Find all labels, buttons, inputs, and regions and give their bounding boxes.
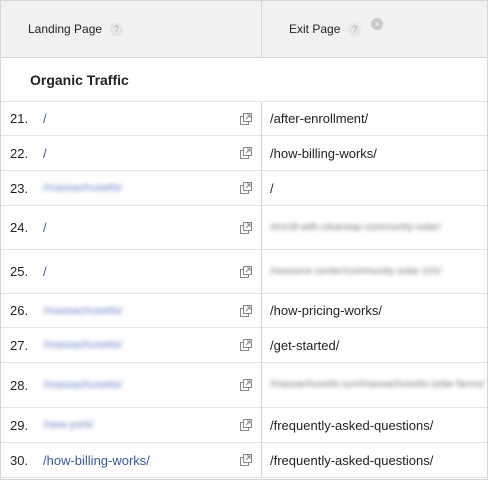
table-header: Landing Page ? Exit Page ? × <box>1 1 487 58</box>
report-table: Landing Page ? Exit Page ? × Organic Tra… <box>0 0 488 480</box>
open-in-new-window-icon[interactable] <box>240 339 252 351</box>
open-in-new-window-icon[interactable] <box>240 379 252 391</box>
exit-page-header-label: Exit Page <box>289 22 341 36</box>
landing-page-header-label: Landing Page <box>28 22 103 36</box>
exit-page-cell: /frequently-asked-questions/ <box>262 443 487 477</box>
landing-page-cell: 26. /massachusetts/ <box>1 294 262 327</box>
exit-page-cell: /frequently-asked-questions/ <box>262 408 487 442</box>
exit-page-header[interactable]: Exit Page ? × <box>262 1 487 57</box>
open-in-new-window-icon[interactable] <box>240 304 252 317</box>
open-in-new-window-icon[interactable] <box>240 419 252 431</box>
landing-page-link[interactable]: /new-york/ <box>43 419 94 431</box>
exit-page-value: /enroll-with-clearway-community-solar/ <box>270 221 441 233</box>
landing-page-link[interactable]: /massachusetts/ <box>43 305 122 317</box>
exit-page-value: /after-enrollment/ <box>270 111 369 126</box>
row-number: 26. <box>10 303 29 318</box>
open-in-new-window-icon[interactable] <box>240 182 252 194</box>
open-in-new-window-icon[interactable] <box>240 147 252 159</box>
table-row: 22. / /how-billing-works/ <box>1 136 487 171</box>
exit-page-value: /resource-center/community-solar-101/ <box>270 265 442 277</box>
landing-page-cell: 22. / <box>1 136 262 170</box>
row-number: 21. <box>10 111 29 126</box>
landing-page-cell: 24. / <box>1 206 262 249</box>
landing-page-cell: 29. /new-york/ <box>1 408 262 442</box>
table-row: 28. /massachusetts/ /massachusetts-sun/mas… <box>1 363 487 408</box>
table-row: 29. /new-york/ /frequently-asked-questions… <box>1 408 487 443</box>
exit-page-value: /how-pricing-works/ <box>270 303 382 318</box>
exit-page-value: /how-billing-works/ <box>270 145 377 161</box>
table-body: 21. / /after-enrollment/22. / /how-billing-w… <box>1 102 487 478</box>
exit-page-cell: /how-pricing-works/ <box>262 294 487 327</box>
exit-page-value: /frequently-asked-questions/ <box>270 452 434 468</box>
landing-page-link[interactable]: / <box>43 111 47 126</box>
open-in-new-window-icon[interactable] <box>240 265 252 278</box>
exit-page-cell: /resource-center/community-solar-101/ <box>262 250 487 293</box>
table-row: 21. / /after-enrollment/ <box>1 102 487 136</box>
landing-page-cell: 25. / <box>1 250 262 293</box>
remove-dimension-icon[interactable]: × <box>371 18 384 30</box>
landing-page-cell: 27. /massachusetts/ <box>1 328 262 362</box>
exit-page-cell: /after-enrollment/ <box>262 102 487 135</box>
exit-page-value: /get-started/ <box>270 337 340 353</box>
row-number: 27. <box>10 337 29 353</box>
row-number: 29. <box>10 417 29 433</box>
landing-page-link[interactable]: /massachusetts/ <box>43 339 122 351</box>
landing-page-link[interactable]: / <box>43 264 47 279</box>
landing-page-link[interactable]: / <box>43 146 47 161</box>
table-row: 30. /how-billing-works/ /frequently-asked-… <box>1 443 487 478</box>
open-in-new-window-icon[interactable] <box>240 112 252 125</box>
help-icon[interactable]: ? <box>110 22 124 36</box>
table-row: 24. / /enroll-with-clearway-community-sola… <box>1 206 487 250</box>
row-number: 25. <box>10 264 29 279</box>
landing-page-cell: 30. /how-billing-works/ <box>1 443 262 477</box>
table-row: 25. / /resource-center/community-solar-101… <box>1 250 487 294</box>
landing-page-cell: 28. /massachusetts/ <box>1 363 262 407</box>
exit-page-value: /frequently-asked-questions/ <box>270 417 434 433</box>
exit-page-value: / <box>270 180 274 196</box>
open-in-new-window-icon[interactable] <box>240 454 252 466</box>
exit-page-cell: /enroll-with-clearway-community-solar/ <box>262 206 487 249</box>
help-icon[interactable]: ? <box>348 22 362 36</box>
segment-title: Organic Traffic <box>1 58 487 102</box>
row-number: 22. <box>10 145 29 161</box>
open-in-new-window-icon[interactable] <box>240 221 252 234</box>
row-number: 23. <box>10 180 29 196</box>
exit-page-cell: /massachusetts-sun/massachusetts-solar-f… <box>262 363 487 407</box>
table-row: 26. /massachusetts/ /how-pricing-works/ <box>1 294 487 328</box>
row-number: 24. <box>10 220 29 235</box>
landing-page-link[interactable]: /how-billing-works/ <box>43 453 150 468</box>
landing-page-link[interactable]: / <box>43 220 47 235</box>
row-number: 28. <box>10 377 29 393</box>
exit-page-cell: /get-started/ <box>262 328 487 362</box>
row-number: 30. <box>10 452 29 468</box>
landing-page-cell: 21. / <box>1 102 262 135</box>
table-row: 23. /massachusetts/ / <box>1 171 487 206</box>
landing-page-cell: 23. /massachusetts/ <box>1 171 262 205</box>
exit-page-cell: / <box>262 171 487 205</box>
table-row: 27. /massachusetts/ /get-started/ <box>1 328 487 363</box>
exit-page-cell: /how-billing-works/ <box>262 136 487 170</box>
landing-page-header[interactable]: Landing Page ? <box>1 1 262 57</box>
landing-page-link[interactable]: /massachusetts/ <box>43 379 122 391</box>
exit-page-value: /massachusetts-sun/massachusetts-solar-f… <box>270 379 485 390</box>
landing-page-link[interactable]: /massachusetts/ <box>43 182 122 194</box>
